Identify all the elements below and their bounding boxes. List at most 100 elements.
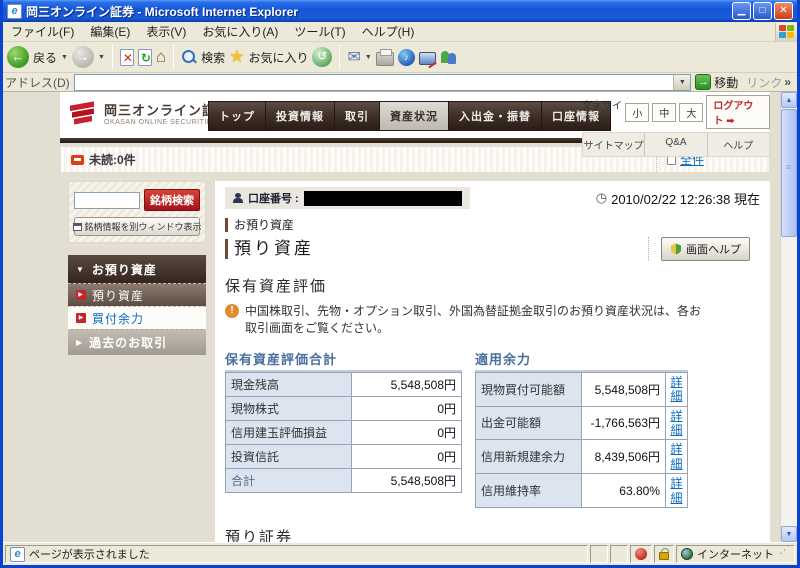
stock-search-button[interactable]: 銘柄検索 [144, 189, 200, 211]
chevron-down-icon: ▼ [76, 265, 85, 274]
forward-dropdown-icon[interactable]: ▼ [98, 54, 105, 61]
detail-link[interactable]: 詳細 [670, 409, 683, 438]
go-arrow-icon: → [695, 74, 711, 90]
address-dropdown-icon[interactable]: ▼ [673, 75, 690, 90]
sitemap-link[interactable]: サイトマップ [583, 133, 644, 156]
screen-help-button[interactable]: 画面ヘルプ [661, 237, 750, 261]
menu-file[interactable]: ファイル(F) [3, 21, 82, 42]
search-icon[interactable] [181, 49, 197, 65]
sidebar-menu-header-deposit-assets[interactable]: ▼ お預り資産 [68, 255, 206, 283]
media-icon[interactable]: ♪ [398, 49, 415, 66]
sidebar-item-deposit-assets[interactable]: ▶ 預り資産 [68, 283, 206, 306]
forward-icon[interactable]: → [72, 46, 94, 68]
stop-icon[interactable]: ✕ [120, 49, 134, 66]
clock-icon: ◷ [596, 190, 607, 206]
open-stock-window-button[interactable]: 銘柄情報を別ウィンドウ表示 [74, 217, 200, 236]
detail-link[interactable]: 詳細 [670, 476, 683, 505]
links-toggle[interactable]: リンク» [742, 74, 795, 91]
menu-edit[interactable]: 編集(E) [82, 21, 138, 42]
globe-icon [681, 548, 693, 560]
section-heading-deposited-securities: 預り証券 [225, 526, 760, 542]
favorites-icon[interactable]: ★ [229, 47, 244, 67]
go-button[interactable]: → 移動 [695, 74, 738, 91]
nav-tab-top[interactable]: トップ [209, 102, 265, 130]
mail-dropdown-icon[interactable]: ▼ [365, 54, 372, 61]
new-window-icon [73, 223, 82, 231]
window-title: 岡三オンライン証券 - Microsoft Internet Explorer [26, 3, 732, 20]
stock-search-panel: 銘柄検索 銘柄情報を別ウィンドウ表示 [68, 181, 206, 243]
table-row: 出金可能額 -1,766,563円 詳細 [476, 406, 688, 440]
help-link[interactable]: ヘルプ [707, 133, 769, 156]
back-dropdown-icon[interactable]: ▼ [61, 54, 68, 61]
search-label[interactable]: 検索 [201, 49, 225, 66]
mail-icon[interactable]: ✉ [347, 47, 360, 67]
scrollbar-thumb[interactable] [781, 109, 797, 237]
print-icon[interactable] [376, 52, 394, 66]
messenger-icon[interactable] [440, 49, 458, 65]
nav-tab-trade[interactable]: 取引 [335, 102, 379, 130]
holdings-summary-table: 保有資産評価合計 現金残高5,548,508円 現物株式0円 信用建玉評価損益0… [225, 349, 462, 493]
status-message: ページが表示されました [29, 546, 150, 562]
ssl-pane[interactable] [654, 545, 674, 563]
nav-tab-deposit-withdraw[interactable]: 入出金・振替 [449, 102, 541, 130]
address-input[interactable]: ▼ [74, 74, 692, 91]
close-button[interactable]: ✕ [774, 2, 793, 20]
favorites-label[interactable]: お気に入り [248, 49, 308, 66]
site-logo[interactable]: 岡三オンライン証券 OKASAN ONLINE SECURITIES [68, 99, 230, 127]
sub-nav: サイトマップ Q&A ヘルプ [582, 132, 770, 157]
address-label: アドレス(D) [5, 74, 70, 91]
okasan-logo-icon [68, 99, 98, 127]
edit-icon[interactable] [419, 52, 436, 65]
back-label[interactable]: 戻る [33, 49, 57, 66]
detail-link[interactable]: 詳細 [670, 442, 683, 471]
breadcrumb: お預り資産 [225, 218, 760, 232]
scroll-down-icon[interactable]: ▼ [781, 526, 797, 542]
font-size-medium-button[interactable]: 中 [652, 103, 676, 122]
home-icon[interactable]: ⌂ [156, 47, 166, 67]
table-row: 投資信託0円 [226, 444, 462, 468]
menu-view[interactable]: 表示(V) [138, 21, 194, 42]
sidebar-menu: ▼ お預り資産 ▶ 預り資産 ▶ 買付余力 [68, 255, 206, 355]
detail-link[interactable]: 詳細 [670, 375, 683, 404]
section-heading-holdings-valuation: 保有資産評価 [225, 275, 760, 296]
title-bar[interactable]: e 岡三オンライン証券 - Microsoft Internet Explore… [3, 0, 797, 22]
maximize-button[interactable]: □ [753, 2, 772, 20]
logout-button[interactable]: ログアウト ➡ [706, 95, 770, 129]
account-number-label: 口座番号 : [248, 190, 299, 206]
minimize-button[interactable]: ▁ [732, 2, 751, 20]
sidebar-item-buying-power[interactable]: ▶ 買付余力 [68, 306, 206, 329]
chevron-right-icon: ▶ [76, 338, 83, 347]
zone-label: インターネット [697, 546, 774, 562]
lock-icon [659, 552, 669, 560]
ie-page-icon: e [10, 547, 25, 562]
font-size-small-button[interactable]: 小 [625, 103, 649, 122]
zone-pane: インターネット [676, 545, 795, 563]
main-content: 口座番号 : ◷ 2010/02/22 12:26:38 現在 お預り資産 預り… [215, 181, 770, 542]
stock-search-input[interactable] [74, 192, 140, 209]
main-nav: トップ 投資情報 取引 資産状況 入出金・振替 口座情報 [208, 101, 611, 131]
sidebar-item-past-trades[interactable]: ▶ 過去のお取引 [68, 329, 206, 355]
qa-link[interactable]: Q&A [644, 133, 706, 156]
font-size-large-button[interactable]: 大 [679, 103, 703, 122]
table-row: 現物買付可能額 5,548,508円 詳細 [476, 372, 688, 406]
back-icon[interactable]: ← [7, 46, 29, 68]
warning-icon: ! [225, 304, 239, 318]
table-row-total: 合計5,548,508円 [226, 468, 462, 492]
menu-help[interactable]: ヘルプ(H) [354, 21, 423, 42]
nav-tab-invest-info[interactable]: 投資情報 [266, 102, 334, 130]
address-bar: アドレス(D) ▼ → 移動 リンク» [3, 73, 797, 92]
table-row: 信用維持率 63.80% 詳細 [476, 474, 688, 508]
menu-bar: ファイル(F) 編集(E) 表示(V) お気に入り(A) ツール(T) ヘルプ(… [3, 22, 797, 42]
menu-favorites[interactable]: お気に入り(A) [194, 21, 286, 42]
browser-window: e 岡三オンライン証券 - Microsoft Internet Explore… [0, 0, 800, 568]
vertical-scrollbar[interactable]: ▲ ▼ [780, 92, 797, 542]
table-row: 現金残高5,548,508円 [226, 372, 462, 396]
beginner-mark-icon [670, 243, 682, 255]
refresh-icon[interactable]: ↻ [138, 49, 152, 66]
account-number-redacted [304, 191, 462, 206]
history-icon[interactable]: ↺ [312, 47, 332, 67]
nav-tab-assets[interactable]: 資産状況 [380, 102, 448, 130]
sidebar: 銘柄検索 銘柄情報を別ウィンドウ表示 ▼ お預り資産 [68, 181, 206, 355]
menu-tools[interactable]: ツール(T) [286, 21, 353, 42]
scroll-up-icon[interactable]: ▲ [781, 92, 797, 108]
